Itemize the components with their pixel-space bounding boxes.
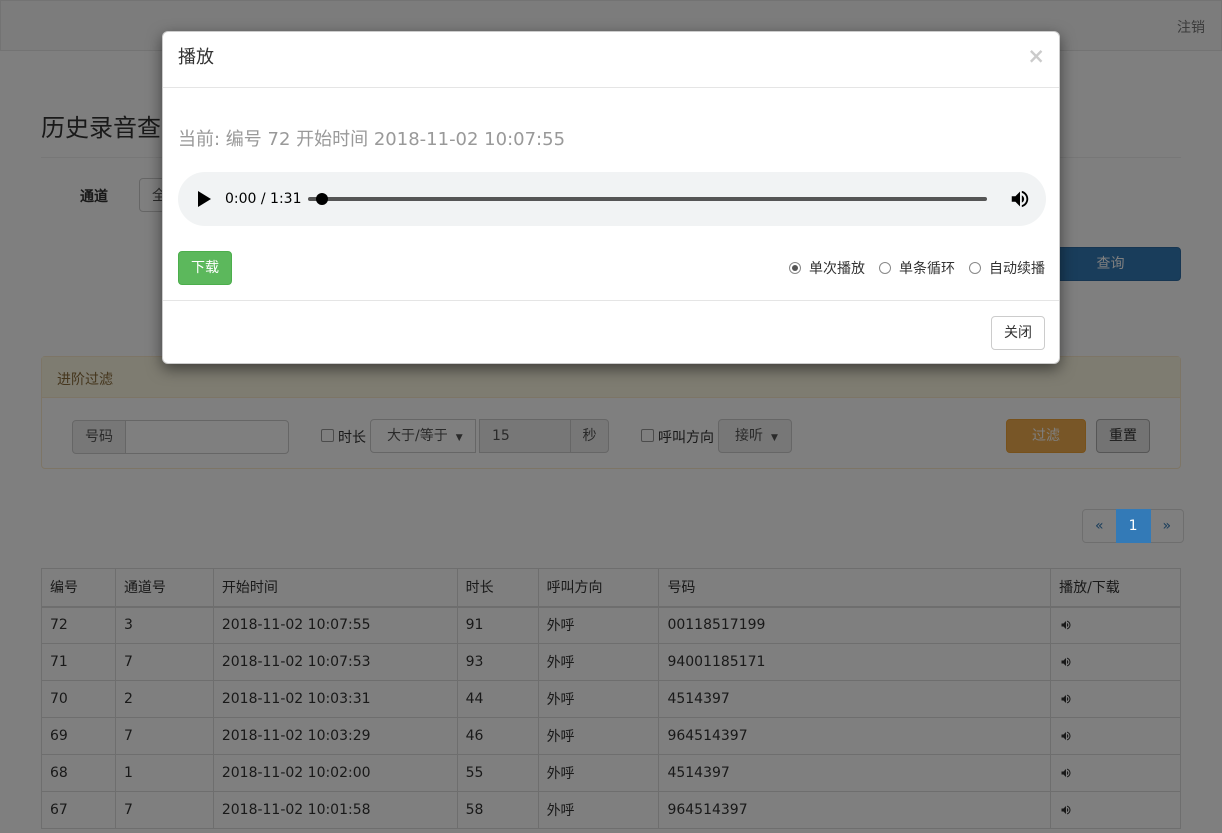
radio-button[interactable] bbox=[879, 262, 891, 274]
download-button[interactable]: 下载 bbox=[178, 251, 232, 285]
playback-time: 0:00 / 1:31 bbox=[225, 191, 302, 207]
play-mode-option[interactable]: 自动续播 bbox=[969, 258, 1045, 278]
playback-modal: 播放 × 当前: 编号 72 开始时间 2018-11-02 10:07:55 … bbox=[162, 31, 1060, 364]
play-mode-group: 单次播放 单条循环 自动续播 bbox=[775, 258, 1045, 278]
seek-thumb[interactable] bbox=[315, 193, 328, 205]
play-mode-option[interactable]: 单次播放 bbox=[789, 258, 865, 278]
play-icon[interactable] bbox=[198, 191, 211, 207]
modal-body: 当前: 编号 72 开始时间 2018-11-02 10:07:55 0:00 … bbox=[163, 88, 1059, 300]
pagination-page-1[interactable]: 1 bbox=[1115, 509, 1151, 543]
close-button[interactable]: 关闭 bbox=[991, 316, 1045, 350]
radio-button[interactable] bbox=[789, 262, 801, 274]
radio-button[interactable] bbox=[969, 262, 981, 274]
play-mode-option[interactable]: 单条循环 bbox=[879, 258, 955, 278]
modal-header: 播放 × bbox=[163, 32, 1059, 88]
modal-footer: 关闭 bbox=[163, 300, 1059, 364]
modal-title: 播放 bbox=[178, 47, 214, 68]
play-mode-label: 单次播放 bbox=[809, 261, 865, 277]
audio-player: 0:00 / 1:31 bbox=[178, 172, 1046, 226]
play-mode-label: 单条循环 bbox=[899, 261, 955, 277]
play-mode-label: 自动续播 bbox=[989, 261, 1045, 277]
now-playing-text: 当前: 编号 72 开始时间 2018-11-02 10:07:55 bbox=[178, 129, 566, 150]
close-icon[interactable]: × bbox=[1027, 44, 1045, 68]
volume-icon[interactable] bbox=[1009, 188, 1031, 210]
seek-bar[interactable] bbox=[308, 197, 987, 201]
